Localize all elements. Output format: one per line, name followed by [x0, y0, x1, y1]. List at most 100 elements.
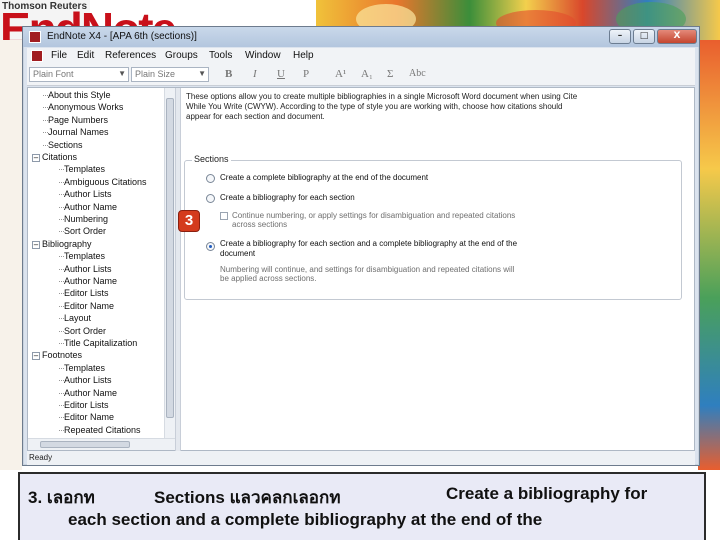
tree-item-author-name[interactable]: ···Author Name: [58, 388, 117, 398]
tree-item-templates[interactable]: ···Templates: [58, 363, 105, 373]
tree-item-citations[interactable]: − Citations: [32, 152, 77, 162]
collapse-toggle-icon[interactable]: −: [32, 154, 40, 162]
bold-button[interactable]: B: [225, 68, 232, 80]
tree-item-label: Sections: [48, 139, 83, 150]
radio-bibliography-each-section[interactable]: [206, 194, 215, 203]
tree-item-label: Sort Order: [64, 226, 107, 237]
tree-item-editor-lists[interactable]: ···Editor Lists: [58, 288, 109, 298]
tree-item-label: Journal Names: [48, 127, 109, 138]
tree-horizontal-scrollbar[interactable]: [28, 438, 175, 450]
tree-item-editor-name[interactable]: ···Editor Name: [58, 412, 114, 422]
underline-button[interactable]: U: [277, 68, 285, 80]
tree-item-label: Sort Order: [64, 325, 107, 336]
tree-item-label: Numbering: [64, 214, 109, 224]
tree-item-label: Author Lists: [64, 189, 112, 200]
tree-item-title-capitalization[interactable]: ···Title Capitalization: [58, 338, 137, 348]
tree-item-label: Title Capitalization: [64, 338, 138, 348]
tree-item-label: Repeated Citations: [64, 424, 141, 435]
caption-line-2: each section and a complete bibliography…: [68, 510, 543, 529]
tree-item-bibliography[interactable]: − Bibliography: [32, 239, 92, 249]
pane-splitter[interactable]: [175, 88, 181, 452]
continue-numbering-label[interactable]: Continue numbering, or apply settings fo…: [232, 211, 532, 229]
subscript-button[interactable]: A₁: [361, 68, 373, 80]
italic-button[interactable]: I: [253, 68, 257, 80]
tree-item-label: Author Name: [64, 387, 118, 398]
caption-option-text: Create a bibliography for: [446, 484, 648, 503]
size-combo[interactable]: Plain Size ▼: [131, 67, 209, 82]
font-combo[interactable]: Plain Font ▼: [29, 67, 129, 82]
caption-step-label: 3. เลอกท: [28, 488, 95, 507]
slide-left-strip: [0, 40, 22, 470]
close-button[interactable]: X: [657, 29, 697, 44]
chevron-down-icon: ▼: [198, 69, 206, 78]
tree-item-label: Ambiguous Citations: [64, 176, 147, 187]
menu-file[interactable]: File: [51, 50, 67, 61]
collapse-toggle-icon[interactable]: −: [32, 352, 40, 361]
tree-item-footnotes[interactable]: − Footnotes: [32, 350, 82, 361]
scrollbar-thumb[interactable]: [166, 98, 174, 418]
tree-item-layout[interactable]: ···Layout: [58, 313, 91, 323]
tree-item-label: Templates: [64, 164, 106, 175]
style-editor-content: ···About this Style ···Anonymous Works ···…: [27, 87, 695, 452]
menu-window[interactable]: Window: [245, 50, 281, 61]
tree-item-templates[interactable]: ···Templates: [58, 164, 105, 174]
menu-groups[interactable]: Groups: [165, 50, 198, 61]
menu-edit[interactable]: Edit: [77, 50, 94, 61]
tree-item-sort-order[interactable]: ···Sort Order: [58, 326, 106, 336]
option-bibliography-each-section-label[interactable]: Create a bibliography for each section: [220, 193, 550, 203]
chevron-down-icon: ▼: [118, 69, 126, 78]
window-title: EndNote X4 - [APA 6th (sections)]: [47, 31, 197, 42]
tree-item-journal-names[interactable]: ···Journal Names: [42, 127, 109, 137]
option-complete-bibliography-label[interactable]: Create a complete bibliography at the en…: [220, 173, 550, 183]
maximize-button[interactable]: □: [633, 29, 655, 44]
tree-scrollbar[interactable]: [164, 88, 175, 438]
superscript-button[interactable]: A¹: [335, 68, 346, 80]
document-icon[interactable]: [31, 50, 43, 62]
option-each-section-and-complete-label[interactable]: Create a bibliography for each section a…: [220, 239, 530, 259]
menu-help[interactable]: Help: [293, 50, 314, 61]
tree-item-label: Editor Lists: [64, 400, 109, 410]
tree-item-author-name[interactable]: ···Author Name: [58, 202, 117, 212]
tree-item-templates[interactable]: ···Templates: [58, 251, 105, 261]
tree-item-sections[interactable]: ···Sections: [42, 140, 83, 150]
tree-item-repeated-citations[interactable]: ···Repeated Citations: [58, 425, 141, 435]
tree-item-anonymous-works[interactable]: ···Anonymous Works: [42, 102, 123, 112]
case-button[interactable]: Abc: [409, 68, 426, 79]
tree-item-label: Editor Name: [64, 412, 115, 423]
numbering-note: Numbering will continue, and settings fo…: [220, 265, 515, 283]
step-3-marker: 3: [178, 210, 200, 232]
tree-item-author-lists[interactable]: ···Author Lists: [58, 375, 112, 385]
radio-each-section-and-complete[interactable]: [206, 242, 215, 251]
tree-item-label: Layout: [64, 313, 92, 324]
title-bar[interactable]: EndNote X4 - [APA 6th (sections)] – □ X: [23, 27, 699, 47]
tree-item-author-lists[interactable]: ···Author Lists: [58, 189, 112, 199]
collapse-toggle-icon[interactable]: −: [32, 240, 40, 249]
plain-button[interactable]: P: [303, 68, 309, 80]
scrollbar-thumb[interactable]: [40, 441, 130, 448]
tree-item-numbering[interactable]: ···Numbering: [58, 214, 108, 224]
tree-item-author-lists[interactable]: ···Author Lists: [58, 264, 112, 274]
tree-item-editor-lists[interactable]: ···Editor Lists: [58, 400, 109, 410]
minimize-button[interactable]: –: [609, 29, 631, 44]
tree-item-label: About this Style: [48, 90, 111, 100]
tree-item-about-this-style[interactable]: ···About this Style: [42, 90, 111, 100]
tree-item-label: Author Name: [64, 201, 118, 212]
sections-group-label: Sections: [192, 154, 231, 164]
tree-item-author-name[interactable]: ···Author Name: [58, 276, 117, 286]
tree-item-page-numbers[interactable]: ···Page Numbers: [42, 115, 108, 125]
symbol-button[interactable]: Σ: [387, 68, 393, 80]
endnote-window: EndNote X4 - [APA 6th (sections)] – □ X …: [22, 26, 700, 466]
menu-bar: File Edit References Groups Tools Window…: [27, 48, 695, 64]
format-toolbar: Plain Font ▼ Plain Size ▼ B I U P A¹ A₁ Σ …: [27, 64, 695, 86]
menu-references[interactable]: References: [105, 50, 156, 61]
tree-item-ambiguous-citations[interactable]: ···Ambiguous Citations: [58, 177, 147, 187]
radio-complete-bibliography[interactable]: [206, 174, 215, 183]
tree-item-label: Author Name: [64, 276, 118, 286]
tree-item-editor-name[interactable]: ···Editor Name: [58, 301, 114, 311]
continue-numbering-checkbox[interactable]: [220, 212, 228, 220]
tree-item-sort-order[interactable]: ···Sort Order: [58, 226, 106, 236]
decorative-art-strip: [698, 40, 720, 470]
menu-tools[interactable]: Tools: [209, 50, 232, 61]
tree-item-label: Templates: [64, 362, 106, 373]
endnote-app-icon: [29, 31, 41, 43]
